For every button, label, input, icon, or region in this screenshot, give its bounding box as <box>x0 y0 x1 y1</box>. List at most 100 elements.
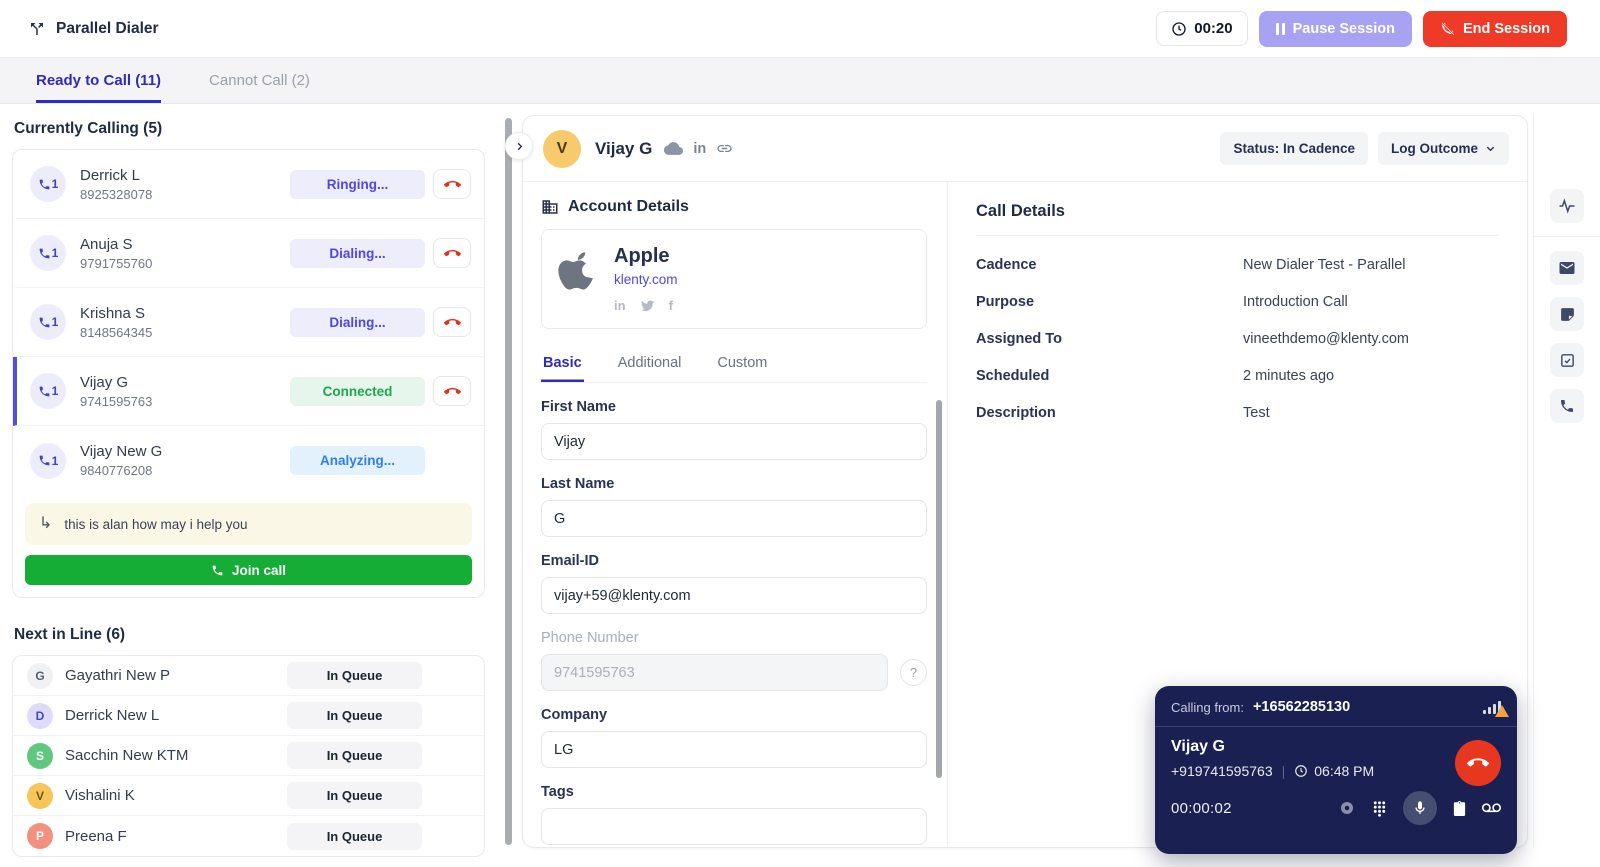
queue-status-badge: In Queue <box>287 782 422 809</box>
contact-phone: 8148564345 <box>80 324 153 340</box>
contact-name: Vishalini K <box>65 787 135 804</box>
dialpad-icon <box>1373 800 1386 817</box>
tab-ready-to-call[interactable]: Ready to Call (11) <box>36 58 161 103</box>
call-contact-name: Vijay G <box>1171 738 1225 755</box>
end-session-button[interactable]: End Session <box>1422 10 1567 47</box>
voicemail-button[interactable] <box>1482 802 1501 814</box>
link-icon[interactable] <box>716 140 733 157</box>
contact-title: Vijay G <box>595 138 653 158</box>
linkedin-icon[interactable]: in <box>614 298 626 313</box>
call-duration: 00:00:02 <box>1171 799 1232 817</box>
contact-name: Derrick L <box>80 166 141 184</box>
last-name-label: Last Name <box>541 476 615 492</box>
company-field[interactable] <box>541 731 927 768</box>
calls-button[interactable] <box>1550 389 1584 423</box>
call-time: 06:48 PM <box>1314 763 1375 779</box>
next-in-line-card: G Gayathri New P In Queue D Derrick New … <box>12 655 485 857</box>
record-button[interactable] <box>1338 799 1356 817</box>
join-call-button[interactable]: Join call <box>25 555 472 585</box>
first-name-label: First Name <box>541 399 616 415</box>
hangup-call-button[interactable] <box>433 307 471 337</box>
top-bar: Parallel Dialer 00:20 Pause Session End … <box>0 0 1600 58</box>
contact-name: Preena F <box>65 827 127 845</box>
queue-row[interactable]: V Vishalini K In Queue <box>13 776 484 816</box>
call-row[interactable]: 1 Anuja S 9791755760 Dialing... <box>13 219 484 288</box>
contact-phone: 8925328078 <box>80 186 153 202</box>
company-domain-link[interactable]: klenty.com <box>614 272 678 287</box>
hangup-call-button[interactable] <box>433 238 471 268</box>
company-name: Apple <box>614 245 670 267</box>
phone-help-icon[interactable]: ? <box>900 659 927 686</box>
last-name-field[interactable] <box>541 500 927 537</box>
notes-button[interactable] <box>1550 297 1584 331</box>
activity-feed-button[interactable] <box>1550 189 1584 223</box>
status-badge: Dialing... <box>290 238 425 268</box>
tags-field[interactable] <box>541 808 927 845</box>
tab-additional[interactable]: Additional <box>616 349 684 382</box>
status-badge: Dialing... <box>290 307 425 337</box>
queue-row[interactable]: S Sacchin New KTM In Queue <box>13 736 484 776</box>
facebook-icon[interactable]: f <box>669 298 673 313</box>
call-end-icon <box>443 318 461 325</box>
queue-row[interactable]: D Derrick New L In Queue <box>13 696 484 736</box>
email-button[interactable] <box>1550 251 1584 285</box>
panel-scrollbar[interactable] <box>505 118 512 845</box>
contact-name: Gayathri New P <box>65 667 171 684</box>
phone-label: Phone Number <box>541 630 639 646</box>
tab-cannot-call[interactable]: Cannot Call (2) <box>209 58 310 103</box>
hangup-call-button[interactable] <box>433 169 471 199</box>
hangup-button[interactable] <box>1455 740 1501 786</box>
call-row[interactable]: 1 Vijay New G 9840776208 Analyzing... <box>13 426 484 495</box>
cloud-sync-icon[interactable] <box>664 139 684 158</box>
tab-basic[interactable]: Basic <box>541 349 584 382</box>
call-row[interactable]: 1 Derrick L 8925328078 Ringing... <box>13 150 484 219</box>
queue-row[interactable]: G Gayathri New P In Queue <box>13 656 484 696</box>
building-icon <box>541 198 559 216</box>
tasks-button[interactable] <box>1550 343 1584 377</box>
call-detail-row: Description Test <box>976 405 1270 421</box>
checkbox-icon <box>1560 353 1574 367</box>
log-outcome-dropdown[interactable]: Log Outcome <box>1378 132 1509 165</box>
app-brand: Parallel Dialer <box>28 20 159 38</box>
contact-name: Anuja S <box>80 235 133 253</box>
transcript-text: this is alan how may i help you <box>64 516 248 532</box>
activity-rail <box>1533 115 1600 848</box>
status-badge: Ringing... <box>290 169 425 199</box>
pause-session-button[interactable]: Pause Session <box>1258 10 1412 47</box>
first-name-field[interactable] <box>541 423 927 460</box>
linkedin-icon[interactable]: in <box>693 141 706 157</box>
call-end-icon <box>443 249 461 256</box>
avatar: G <box>27 662 53 689</box>
call-row-selected[interactable]: 1 Vijay G 9741595763 Connected <box>13 357 484 426</box>
clipboard-button[interactable] <box>1452 800 1467 817</box>
dialpad-button[interactable] <box>1371 800 1388 817</box>
contact-header: V Vijay G in Status: In Cadence Log Outc… <box>523 116 1527 182</box>
twitter-icon[interactable] <box>640 298 655 313</box>
contact-name: Krishna S <box>80 304 146 322</box>
contact-name: Derrick New L <box>65 707 160 724</box>
session-controls: 00:20 Pause Session End Session <box>1156 10 1567 47</box>
phone-icon <box>212 565 223 575</box>
contact-phone: 9840776208 <box>80 463 153 478</box>
form-scrollbar[interactable] <box>936 400 942 778</box>
next-in-line-title: Next in Line (6) <box>14 626 126 643</box>
network-warning-icon <box>1495 704 1509 717</box>
hangup-call-button[interactable] <box>433 376 471 406</box>
phone-line-icon: 1 <box>30 442 66 479</box>
queue-status-badge: In Queue <box>287 742 422 769</box>
contact-name: Vijay G <box>80 373 129 391</box>
pause-icon <box>1275 22 1285 35</box>
call-row[interactable]: 1 Krishna S 8148564345 Dialing... <box>13 288 484 357</box>
mute-button[interactable] <box>1403 791 1437 825</box>
email-field[interactable] <box>541 577 927 614</box>
currently-calling-card: 1 Derrick L 8925328078 Ringing... 1 Anuj… <box>12 149 485 598</box>
collapse-panel-button[interactable] <box>505 132 533 160</box>
account-column: Account Details Apple klenty.com in f Ba… <box>523 182 948 847</box>
contact-name: Vijay New G <box>80 443 163 460</box>
queue-status-badge: In Queue <box>287 662 422 689</box>
tab-custom[interactable]: Custom <box>715 349 769 382</box>
account-details-title: Account Details <box>568 198 689 215</box>
microphone-icon <box>1415 801 1425 814</box>
queue-row[interactable]: P Preena F In Queue <box>13 816 484 856</box>
phone-field <box>541 654 888 691</box>
